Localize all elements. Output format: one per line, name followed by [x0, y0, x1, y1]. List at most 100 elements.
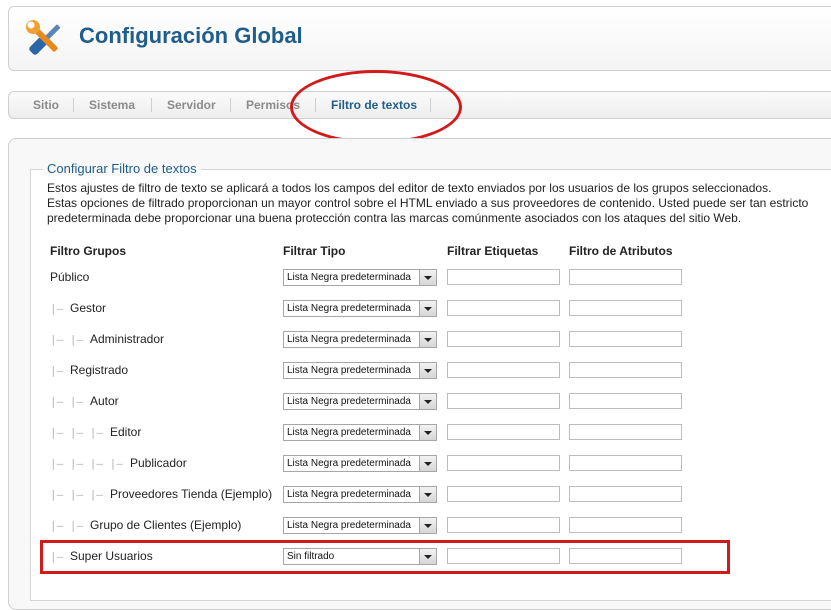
- group-name: Administrador: [90, 332, 165, 346]
- chevron-down-icon[interactable]: [419, 332, 436, 347]
- filter-type-select[interactable]: Lista Negra predeterminada: [283, 455, 437, 472]
- description-line: predeterminada debe proporcionar una bue…: [47, 211, 742, 225]
- chevron-down-icon[interactable]: [419, 394, 436, 409]
- filter-attributes-input[interactable]: [569, 486, 682, 502]
- fieldset-legend: Configurar Filtro de textos: [43, 161, 201, 176]
- filter-type-value: Lista Negra predeterminada: [287, 272, 411, 283]
- filter-attributes-input[interactable]: [569, 269, 682, 285]
- filter-type-value: Sin filtrado: [287, 551, 335, 562]
- filter-tags-input[interactable]: [447, 393, 560, 409]
- tab-divider: [230, 98, 231, 112]
- chevron-down-icon[interactable]: [419, 518, 436, 533]
- filter-type-select[interactable]: Lista Negra predeterminada: [283, 393, 437, 410]
- tree-indent-marker: |— |— |—: [50, 488, 103, 501]
- group-name: Publicador: [130, 456, 187, 470]
- tree-indent-marker: |—: [50, 550, 64, 563]
- filter-type-value: Lista Negra predeterminada: [287, 396, 411, 407]
- tree-indent-marker: |—: [50, 302, 64, 315]
- filter-tags-input[interactable]: [447, 269, 560, 285]
- filter-attributes-input[interactable]: [569, 393, 682, 409]
- tab-bar: Sitio Sistema Servidor Permisos Filtro d…: [8, 91, 831, 119]
- filter-tags-input[interactable]: [447, 548, 560, 564]
- filter-attributes-input[interactable]: [569, 455, 682, 471]
- group-row-label: |— |— Autor: [50, 394, 119, 408]
- tree-indent-marker: |— |— |—: [50, 426, 103, 439]
- filter-type-value: Lista Negra predeterminada: [287, 334, 411, 345]
- filter-tags-input[interactable]: [447, 424, 560, 440]
- filter-attributes-input[interactable]: [569, 548, 682, 564]
- group-name: Gestor: [70, 301, 107, 315]
- filter-type-value: Lista Negra predeterminada: [287, 303, 411, 314]
- filter-tags-input[interactable]: [447, 300, 560, 316]
- chevron-down-icon[interactable]: [419, 549, 436, 564]
- filter-tags-input[interactable]: [447, 455, 560, 471]
- filter-fieldset: [30, 169, 831, 601]
- filter-type-select[interactable]: Lista Negra predeterminada: [283, 486, 437, 503]
- filter-type-select[interactable]: Lista Negra predeterminada: [283, 362, 437, 379]
- tab-sitio[interactable]: Sitio: [33, 98, 59, 112]
- group-name: Autor: [90, 394, 119, 408]
- group-row-label: |— |— |— Proveedores Tienda (Ejemplo): [50, 487, 272, 501]
- tree-indent-marker: |— |— |— |—: [50, 457, 123, 470]
- group-name: Super Usuarios: [70, 549, 153, 563]
- filter-type-value: Lista Negra predeterminada: [287, 427, 411, 438]
- tab-filtro-de-textos[interactable]: Filtro de textos: [331, 98, 417, 112]
- page-header: Configuración Global: [8, 6, 831, 71]
- filter-type-select[interactable]: Sin filtrado: [283, 548, 437, 565]
- description-line: Estas opciones de filtrado proporcionan …: [47, 196, 809, 210]
- group-row-label: |— Registrado: [50, 363, 128, 377]
- filter-type-select[interactable]: Lista Negra predeterminada: [283, 424, 437, 441]
- filter-description: Estos ajustes de filtro de texto se apli…: [47, 181, 831, 226]
- tab-divider: [73, 98, 74, 112]
- group-row-label: |— |— |— Editor: [50, 425, 141, 439]
- chevron-down-icon[interactable]: [419, 270, 436, 285]
- group-name: Público: [50, 270, 90, 284]
- chevron-down-icon[interactable]: [419, 487, 436, 502]
- tools-icon: [26, 20, 61, 55]
- column-header-attributes: Filtro de Atributos: [569, 244, 673, 258]
- filter-attributes-input[interactable]: [569, 424, 682, 440]
- group-name: Proveedores Tienda (Ejemplo): [110, 487, 273, 501]
- filter-attributes-input[interactable]: [569, 331, 682, 347]
- group-row-label: |— |— Administrador: [50, 332, 164, 346]
- column-header-type: Filtrar Tipo: [283, 244, 346, 258]
- tab-divider: [430, 98, 431, 112]
- tab-servidor[interactable]: Servidor: [167, 98, 216, 112]
- filter-tags-input[interactable]: [447, 362, 560, 378]
- group-name: Registrado: [70, 363, 129, 377]
- page-title: Configuración Global: [79, 23, 303, 48]
- chevron-down-icon[interactable]: [419, 363, 436, 378]
- filter-type-select[interactable]: Lista Negra predeterminada: [283, 300, 437, 317]
- description-line: Estos ajustes de filtro de texto se apli…: [47, 181, 772, 195]
- filter-type-select[interactable]: Lista Negra predeterminada: [283, 269, 437, 286]
- filter-type-select[interactable]: Lista Negra predeterminada: [283, 517, 437, 534]
- filter-type-select[interactable]: Lista Negra predeterminada: [283, 331, 437, 348]
- column-header-groups: Filtro Grupos: [50, 244, 126, 258]
- filter-attributes-input[interactable]: [569, 362, 682, 378]
- filter-attributes-input[interactable]: [569, 517, 682, 533]
- filter-type-value: Lista Negra predeterminada: [287, 520, 411, 531]
- tab-permisos[interactable]: Permisos: [246, 98, 300, 112]
- filter-type-value: Lista Negra predeterminada: [287, 489, 411, 500]
- tree-indent-marker: |— |—: [50, 395, 84, 408]
- group-row-label: |— |— Grupo de Clientes (Ejemplo): [50, 518, 241, 532]
- filter-type-value: Lista Negra predeterminada: [287, 365, 411, 376]
- group-row-label: |— Super Usuarios: [50, 549, 153, 563]
- tree-indent-marker: |—: [50, 364, 64, 377]
- chevron-down-icon[interactable]: [419, 425, 436, 440]
- filter-tags-input[interactable]: [447, 331, 560, 347]
- filter-attributes-input[interactable]: [569, 300, 682, 316]
- group-row-label: |— Gestor: [50, 301, 106, 315]
- filter-tags-input[interactable]: [447, 517, 560, 533]
- tree-indent-marker: |— |—: [50, 519, 84, 532]
- chevron-down-icon[interactable]: [419, 301, 436, 316]
- tab-divider: [151, 98, 152, 112]
- filter-tags-input[interactable]: [447, 486, 560, 502]
- filter-type-value: Lista Negra predeterminada: [287, 458, 411, 469]
- column-header-tags: Filtrar Etiquetas: [447, 244, 539, 258]
- tab-sistema[interactable]: Sistema: [89, 98, 135, 112]
- tree-indent-marker: |— |—: [50, 333, 84, 346]
- group-row-label: |— |— |— |— Publicador: [50, 456, 187, 470]
- tab-divider: [315, 98, 316, 112]
- chevron-down-icon[interactable]: [419, 456, 436, 471]
